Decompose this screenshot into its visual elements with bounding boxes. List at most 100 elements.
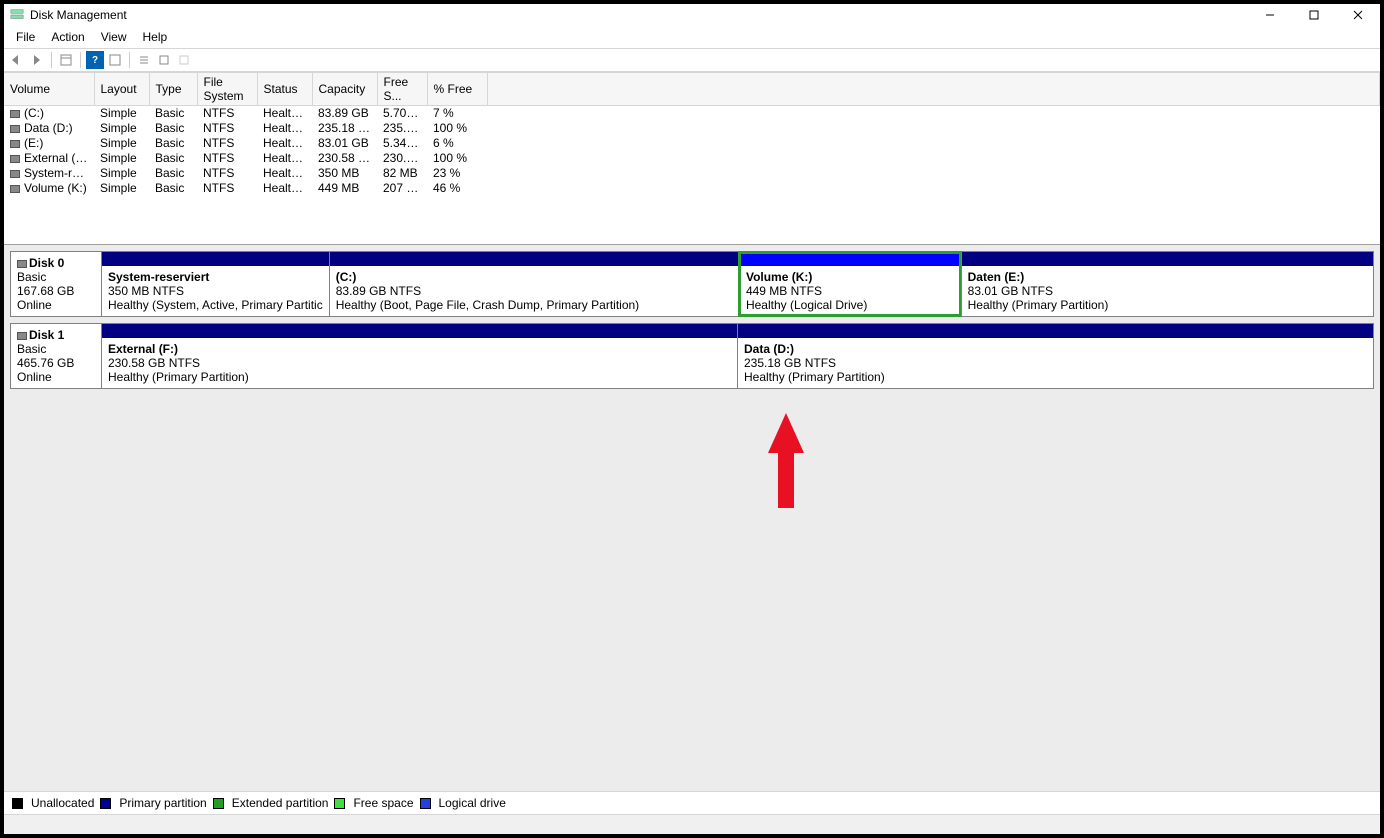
volume-header-row[interactable]: Volume Layout Type File System Status Ca… [4,73,1380,106]
disk-row: Disk 1Basic465.76 GBOnlineExternal (F:)2… [10,323,1374,389]
partition-health: Healthy (Logical Drive) [746,298,867,312]
refresh-button[interactable] [106,51,124,69]
volume-pct: 100 % [433,121,467,135]
partition-title: (C:) [336,270,357,284]
col-free[interactable]: Free S... [377,73,427,106]
volume-free: 207 MB [383,181,424,195]
disk-size: 465.76 GB [17,356,74,370]
legend-swatch-unallocated [12,798,23,809]
volume-layout: Simple [100,166,137,180]
col-type[interactable]: Type [149,73,197,106]
menu-action[interactable]: Action [43,28,92,46]
partition-sub: 350 MB NTFS [108,284,184,298]
partition-title: Daten (E:) [968,270,1025,284]
volume-capacity: 235.18 GB [318,121,375,135]
minimize-button[interactable] [1248,4,1292,26]
volume-fs: NTFS [203,181,234,195]
partition-title: System-reserviert [108,270,209,284]
partition-stripe [330,252,739,266]
partition[interactable]: (C:)83.89 GB NTFSHealthy (Boot, Page Fil… [329,252,739,316]
menu-file[interactable]: File [8,28,43,46]
volume-row[interactable]: Data (D:)SimpleBasicNTFSHealthy ...235.1… [4,121,1380,136]
graphical-view[interactable]: Disk 0Basic167.68 GBOnlineSystem-reservi… [4,245,1380,791]
legend: Unallocated Primary partition Extended p… [4,791,1380,814]
statusbar [4,814,1380,834]
volume-row[interactable]: (E:)SimpleBasicNTFSHealthy ...83.01 GB5.… [4,136,1380,151]
volume-row[interactable]: Volume (K:)SimpleBasicNTFSHealthy ...449… [4,181,1380,196]
volume-free: 230.19... [383,151,427,165]
volume-layout: Simple [100,106,137,120]
settings-button[interactable] [135,51,153,69]
maximize-button[interactable] [1292,4,1336,26]
legend-primary: Primary partition [119,796,206,810]
volume-fs: NTFS [203,106,234,120]
annotation-arrow-icon [766,413,806,516]
show-hide-button[interactable] [57,51,75,69]
col-fs[interactable]: File System [197,73,257,106]
partition-body: (C:)83.89 GB NTFSHealthy (Boot, Page Fil… [330,266,739,316]
extra-button[interactable] [175,51,193,69]
disk-partitions: System-reserviert350 MB NTFSHealthy (Sys… [102,251,1374,317]
menu-help[interactable]: Help [135,28,176,46]
partition-sub: 235.18 GB NTFS [744,356,836,370]
volume-icon [10,125,20,133]
legend-logical: Logical drive [439,796,506,810]
volume-fs: NTFS [203,121,234,135]
disk-partitions: External (F:)230.58 GB NTFSHealthy (Prim… [102,323,1374,389]
col-layout[interactable]: Layout [94,73,149,106]
volume-row[interactable]: (C:)SimpleBasicNTFSHealthy ...83.89 GB5.… [4,106,1380,121]
menu-view[interactable]: View [93,28,135,46]
menubar: File Action View Help [4,26,1380,49]
legend-free: Free space [353,796,413,810]
volume-type: Basic [155,136,184,150]
back-button[interactable] [8,51,26,69]
col-pctfree[interactable]: % Free [427,73,487,106]
volume-list[interactable]: Volume Layout Type File System Status Ca… [4,72,1380,245]
disk-icon [17,332,27,340]
disk-label[interactable]: Disk 0Basic167.68 GBOnline [10,251,102,317]
col-capacity[interactable]: Capacity [312,73,377,106]
volume-pct: 7 % [433,106,454,120]
partition-health: Healthy (Primary Partition) [108,370,249,384]
partition-sub: 230.58 GB NTFS [108,356,200,370]
partition-health: Healthy (Primary Partition) [968,298,1109,312]
legend-swatch-primary [100,798,111,809]
partition-body: External (F:)230.58 GB NTFSHealthy (Prim… [102,338,737,388]
volume-name: (E:) [24,136,43,150]
partition-stripe [102,252,329,266]
partition-body: System-reserviert350 MB NTFSHealthy (Sys… [102,266,329,316]
partition[interactable]: Data (D:)235.18 GB NTFSHealthy (Primary … [737,324,1373,388]
partition-body: Volume (K:)449 MB NTFSHealthy (Logical D… [740,266,961,316]
main-window: Disk Management File Action View Help ? [4,4,1380,834]
volume-pct: 100 % [433,151,467,165]
volume-status: Healthy ... [263,151,312,165]
volume-capacity: 350 MB [318,166,359,180]
disk-type: Basic [17,342,46,356]
help-button[interactable]: ? [86,51,104,69]
volume-layout: Simple [100,181,137,195]
volume-capacity: 83.89 GB [318,106,369,120]
legend-swatch-free [334,798,345,809]
legend-extended: Extended partition [232,796,329,810]
volume-row[interactable]: System-reservi...SimpleBasicNTFSHealthy … [4,166,1380,181]
close-button[interactable] [1336,4,1380,26]
disk-label[interactable]: Disk 1Basic465.76 GBOnline [10,323,102,389]
partition[interactable]: Volume (K:)449 MB NTFSHealthy (Logical D… [739,252,961,316]
partition-title: External (F:) [108,342,178,356]
partition[interactable]: Daten (E:)83.01 GB NTFSHealthy (Primary … [961,252,1373,316]
disk-type: Basic [17,270,46,284]
volume-free: 235.08... [383,121,427,135]
volume-row[interactable]: External (F:)SimpleBasicNTFSHealthy ...2… [4,151,1380,166]
volume-type: Basic [155,181,184,195]
volume-type: Basic [155,166,184,180]
partition[interactable]: External (F:)230.58 GB NTFSHealthy (Prim… [102,324,737,388]
volume-free: 5.70 GB [383,106,427,120]
partition[interactable]: System-reserviert350 MB NTFSHealthy (Sys… [102,252,329,316]
properties-button[interactable] [155,51,173,69]
partition-health: Healthy (Primary Partition) [744,370,885,384]
col-status[interactable]: Status [257,73,312,106]
forward-button[interactable] [28,51,46,69]
col-volume[interactable]: Volume [4,73,94,106]
app-icon [10,8,24,22]
volume-layout: Simple [100,151,137,165]
